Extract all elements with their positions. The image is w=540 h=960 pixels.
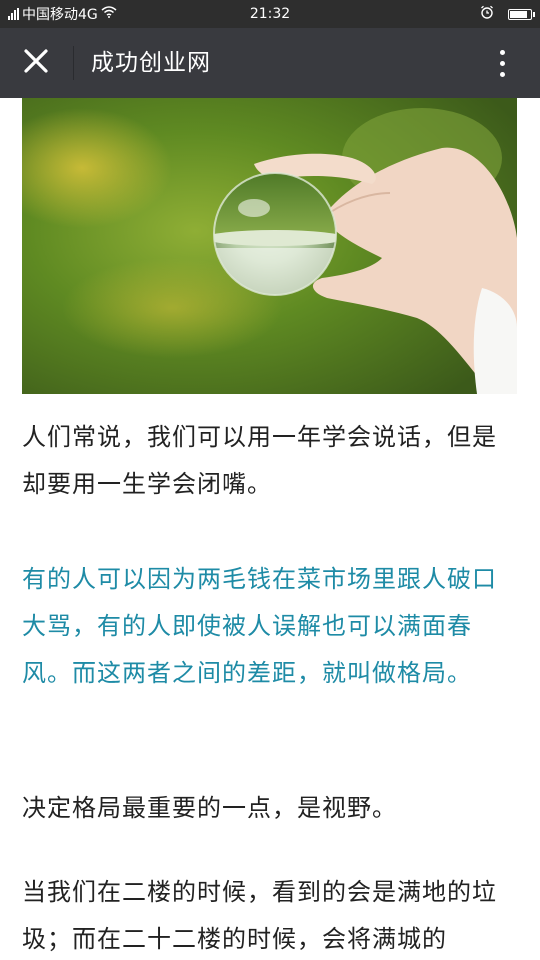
close-button[interactable]: [12, 39, 60, 87]
more-dot-icon: [499, 60, 505, 66]
article-content: 人们常说，我们可以用一年学会说话，但是却要用一生学会闭嘴。 有的人可以因为两毛钱…: [0, 98, 540, 960]
close-icon: [23, 48, 49, 78]
article-paragraph: 人们常说，我们可以用一年学会说话，但是却要用一生学会闭嘴。: [22, 423, 497, 498]
status-right: [480, 0, 535, 28]
article-paragraph-highlight: 有的人可以因为两毛钱在菜市场里跟人破口大骂，有的人即使被人误解也可以满面春风。而…: [22, 565, 497, 687]
more-options-button[interactable]: [478, 39, 526, 87]
app-bar: 成功创业网: [0, 28, 540, 98]
alarm-icon: [480, 5, 494, 23]
more-dot-icon: [499, 71, 505, 77]
crystal-ball-in-hand-photo: [0, 98, 517, 394]
app-bar-divider: [73, 46, 74, 80]
battery-icon: [508, 8, 535, 20]
article-paragraph: 决定格局最重要的一点，是视野。: [22, 794, 397, 822]
status-bar: 中国移动4G 21:32: [0, 0, 540, 28]
status-time-wrap: 21:32: [0, 0, 540, 28]
status-time: 21:32: [249, 6, 291, 22]
more-dot-icon: [499, 49, 505, 55]
article-hero-image: [0, 98, 517, 394]
article-paragraph: 当我们在二楼的时候，看到的会是满地的垃圾；而在二十二楼的时候，会将满城的: [22, 878, 497, 953]
page-title: 成功创业网: [91, 50, 211, 76]
